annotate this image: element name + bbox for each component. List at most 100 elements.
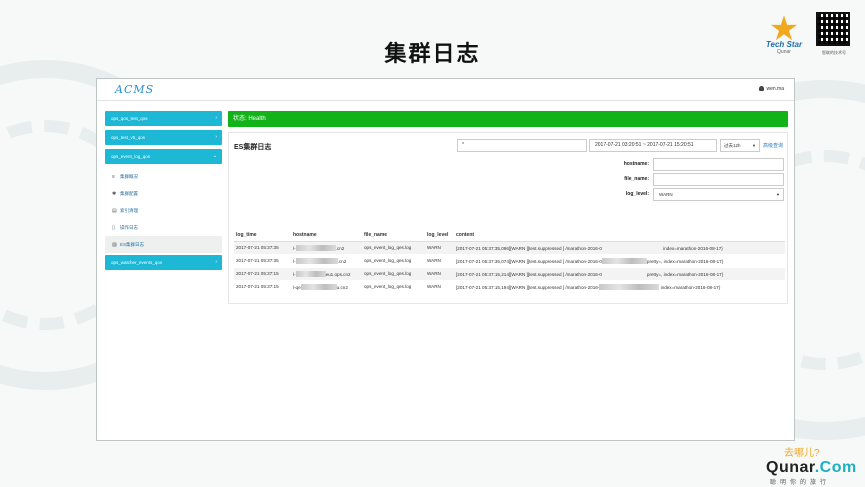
sidebar-group-ops-qos-test-qos[interactable]: ops_qos_test_qos › [105, 111, 222, 126]
log-table: log_time hostname file_name log_level co… [234, 229, 785, 294]
sidebar: ops_qos_test_qos › ops_test_v5_qos › ops… [105, 111, 222, 274]
content-suffix: index=marathon-2016-08-17} [661, 245, 723, 251]
log-level-filter-row: log_level: WARN ▼ [615, 188, 785, 201]
sidebar-group-ops-event-log-qos[interactable]: ops_event_log_qos ⌄ [105, 149, 222, 164]
sidebar-item-label: 索引清理 [120, 208, 138, 213]
cell-hostname: l- .cn2 [291, 241, 362, 255]
redacted-block [295, 270, 326, 277]
column-header-log-level[interactable]: log_level [425, 229, 454, 242]
tech-star-text: Tech Star [765, 40, 803, 49]
log-level-select[interactable]: WARN ▼ [653, 188, 784, 201]
qunar-tagline: 聪明你的旅行 [770, 480, 831, 486]
status-banner: 状态: Health [228, 111, 788, 127]
sidebar-item-es-cluster-log[interactable]: ▨ ES集群日志 [105, 236, 222, 253]
time-range-input[interactable]: 2017-07-21 03:20:51 ~ 2017-07-21 15:20:5… [589, 139, 717, 152]
tech-star-subtext: Qunar [777, 49, 791, 55]
redacted-block [601, 257, 647, 264]
sidebar-group-label: ops_test_v5_qos [111, 135, 146, 140]
content-suffix: pretty=, index=marathon-2016-08-17} [646, 258, 724, 264]
sidebar-group-ops-watcher-events-qos[interactable]: ops_watcher_events_qos › [105, 255, 222, 270]
hostname-suffix: u.cn2 [336, 284, 348, 290]
time-range-select[interactable]: 过去12h ▼ [720, 139, 760, 152]
document-icon: ▤ [112, 208, 117, 214]
time-range-select-value: 过去12h [724, 143, 741, 148]
sidebar-group-label: ops_watcher_events_qos [111, 260, 163, 265]
qunar-logo: 去哪儿? Qunar.Com 聪明你的旅行 [766, 444, 856, 486]
main-content: 状态: Health ES集群日志 * 2017-07-21 03:20:51 … [228, 111, 788, 304]
image-icon: ▨ [112, 242, 117, 248]
file-name-label: file_name: [624, 176, 649, 182]
table-row[interactable]: 2017-07-21 05:37:35 l- .cn2 ops_event_log… [234, 241, 785, 255]
sidebar-group-ops-test-v5-qos[interactable]: ops_test_v5_qos › [105, 130, 222, 145]
column-header-hostname[interactable]: hostname [291, 229, 362, 242]
advanced-query-link[interactable]: 高级查询 [763, 142, 783, 149]
cell-content: [2017-07-21 05:37:15,194][WARN ][test.su… [454, 280, 785, 294]
table-row[interactable]: 2017-07-21 05:37:35 l- .cn2 ops_event_log… [234, 254, 785, 268]
chevron-down-icon: ⌄ [212, 153, 217, 159]
caret-down-icon: ▼ [776, 192, 780, 197]
cell-file-name: ops_event_log_qes.log [362, 241, 425, 255]
redacted-block [295, 244, 336, 251]
sidebar-item-label: 集群概况 [120, 174, 138, 179]
file-name-field[interactable] [653, 173, 784, 186]
table-row[interactable]: 2017-07-21 05:37:15 l-qe u.cn2 ops_event_… [234, 280, 785, 294]
query-input[interactable]: * [457, 139, 587, 152]
sidebar-item-cluster-overview[interactable]: ≡ 集群概况 [105, 168, 222, 185]
sidebar-group-label: ops_event_log_qos [111, 154, 151, 159]
cell-file-name: ops_event_log_qes.log [362, 280, 425, 294]
sidebar-group-label: ops_qos_test_qos [111, 116, 148, 121]
qr-caption: 智联的技术号 [822, 50, 846, 55]
content-prefix: [2017-07-21 05:37:35,074][WARN ][test.su… [456, 258, 602, 264]
table-row[interactable]: 2017-07-21 05:37:15 l-eu1.ops.cn2 ops_ev… [234, 267, 785, 281]
user-name: wen.ma [766, 86, 784, 92]
list-icon: ≡ [112, 174, 115, 180]
qunar-brand-prefix: Qunar [766, 459, 815, 476]
qunar-slogan: 去哪儿? [784, 448, 820, 459]
cell-log-time: 2017-07-21 05:37:35 [234, 241, 291, 255]
cell-hostname: l- .cn2 [291, 254, 362, 268]
file-name-filter-row: file_name: [615, 173, 785, 186]
content-suffix: index=marathon-2016-08-17} [659, 284, 721, 290]
app-logo[interactable]: ACMS [115, 83, 154, 96]
column-header-file-name[interactable]: file_name [362, 229, 425, 242]
sidebar-item-operation-log[interactable]: ▯ 操作日志 [105, 219, 222, 236]
hostname-field[interactable] [653, 158, 784, 171]
cell-hostname: l-eu1.ops.cn2 [291, 267, 362, 281]
chevron-right-icon: › [215, 115, 217, 121]
cell-log-level: WARN [425, 241, 454, 255]
top-bar: ACMS wen.ma [97, 79, 794, 101]
content-suffix: pretty=, index=marathon-2016-08-17} [646, 271, 724, 277]
user-menu[interactable]: wen.ma [759, 86, 784, 92]
redacted-block [601, 244, 662, 251]
column-header-log-time[interactable]: log_time [234, 229, 291, 242]
hostname-filter-row: hostname: [615, 158, 785, 171]
content-prefix: [2017-07-21 05:37:35,096][WARN ][test.su… [456, 245, 602, 251]
redacted-block [599, 283, 660, 290]
cell-log-level: WARN [425, 280, 454, 294]
cell-file-name: ops_event_log_qes.log [362, 254, 425, 268]
sidebar-item-label: 操作日志 [120, 225, 138, 230]
redacted-block [300, 283, 337, 290]
slide-title: 集群日志 [384, 42, 481, 67]
column-header-content[interactable]: content [454, 229, 785, 242]
sidebar-item-index-cleanup[interactable]: ▤ 索引清理 [105, 202, 222, 219]
sidebar-item-cluster-config[interactable]: ✱ 集群配置 [105, 185, 222, 202]
qunar-brand: Qunar.Com [766, 459, 856, 477]
tech-star-logo: ★ Tech Star Qunar [760, 12, 808, 58]
log-level-label: log_level: [625, 191, 649, 197]
redacted-block [601, 270, 647, 277]
log-level-select-value: WARN [659, 192, 673, 197]
hostname-suffix: eu1.ops.cn2 [325, 271, 351, 277]
cell-content: [2017-07-21 05:37:35,096][WARN ][test.su… [454, 241, 785, 255]
qr-code-icon [816, 12, 850, 46]
content-prefix: [2017-07-21 05:37:15,194][WARN ][test.su… [456, 284, 600, 290]
cell-log-time: 2017-07-21 05:37:15 [234, 280, 291, 294]
file-icon: ▯ [112, 225, 115, 231]
cell-content: [2017-07-21 05:37:35,074][WARN ][test.su… [454, 254, 785, 268]
hostname-prefix: l-qe [293, 284, 301, 290]
cell-log-time: 2017-07-21 05:37:35 [234, 254, 291, 268]
app-window: ACMS wen.ma ops_qos_test_qos › ops_test_… [96, 78, 795, 441]
hostname-suffix: .cn2 [335, 245, 345, 251]
cell-log-level: WARN [425, 267, 454, 281]
chevron-right-icon: › [215, 259, 217, 265]
